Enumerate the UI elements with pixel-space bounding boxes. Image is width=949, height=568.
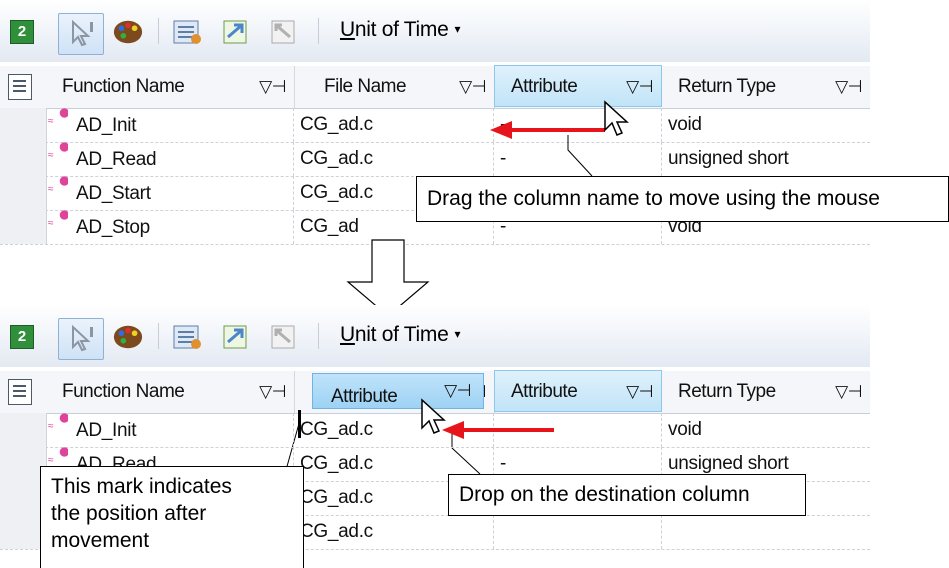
pointer-icon xyxy=(72,324,93,352)
callout-line: movement xyxy=(51,529,150,552)
row-selector[interactable] xyxy=(0,413,47,447)
return-type-cell xyxy=(662,515,870,549)
column-header-function-name[interactable]: Function Name ▽⊣ xyxy=(46,371,295,413)
file-name-cell: CG_ad.c xyxy=(294,515,494,549)
dragged-column-header[interactable]: Attribute ▽⊣ xyxy=(312,373,484,409)
column-chooser-icon[interactable] xyxy=(8,379,32,405)
drop-instruction-callout: Drop on the destination column xyxy=(448,474,806,516)
insertion-position-mark xyxy=(298,410,301,438)
palette-icon[interactable] xyxy=(112,321,144,353)
collapse-icon[interactable] xyxy=(268,321,300,353)
attribute-cell xyxy=(494,515,662,549)
unit-of-time-accelerator: U xyxy=(340,323,355,346)
column-header-label: Function Name xyxy=(62,381,185,402)
filter-icon[interactable]: ▽⊣ xyxy=(259,371,286,413)
insertion-mark-callout: This mark indicates the position after m… xyxy=(40,466,304,568)
column-header-label: Attribute xyxy=(511,381,578,402)
refresh-icon[interactable]: 2 xyxy=(10,325,34,349)
toolbar: 2 Unit of Time ▾ xyxy=(0,305,870,367)
column-header-attribute[interactable]: Attribute ▽⊣ xyxy=(494,370,662,412)
chevron-down-icon: ▾ xyxy=(454,327,461,341)
unit-of-time-dropdown[interactable]: Unit of Time ▾ xyxy=(340,323,460,351)
filter-settings-icon[interactable] xyxy=(172,321,204,353)
mouse-cursor-icon xyxy=(421,398,446,434)
function-name-cell: AD_Init xyxy=(46,413,294,447)
callout-line: This mark indicates xyxy=(51,475,232,498)
pointer-button[interactable] xyxy=(58,318,104,360)
function-icon xyxy=(56,413,68,423)
column-header-label: Return Type xyxy=(678,381,776,402)
dragged-column-label: Attribute xyxy=(331,386,398,407)
function-name-text: AD_Init xyxy=(76,420,137,441)
drag-instruction-callout: Drag the column name to move using the m… xyxy=(416,176,949,222)
drop-direction-arrow xyxy=(462,428,554,432)
function-icon xyxy=(56,447,68,457)
expand-icon[interactable] xyxy=(220,321,252,353)
return-type-cell: void xyxy=(668,419,702,440)
column-header-return-type[interactable]: Return Type ▽⊣ xyxy=(662,371,870,413)
callout-line: the position after xyxy=(51,502,207,525)
unit-of-time-label: nit of Time xyxy=(354,323,449,346)
filter-icon[interactable]: ▽⊣ xyxy=(626,371,653,413)
filter-icon[interactable]: ▽⊣ xyxy=(835,371,862,413)
